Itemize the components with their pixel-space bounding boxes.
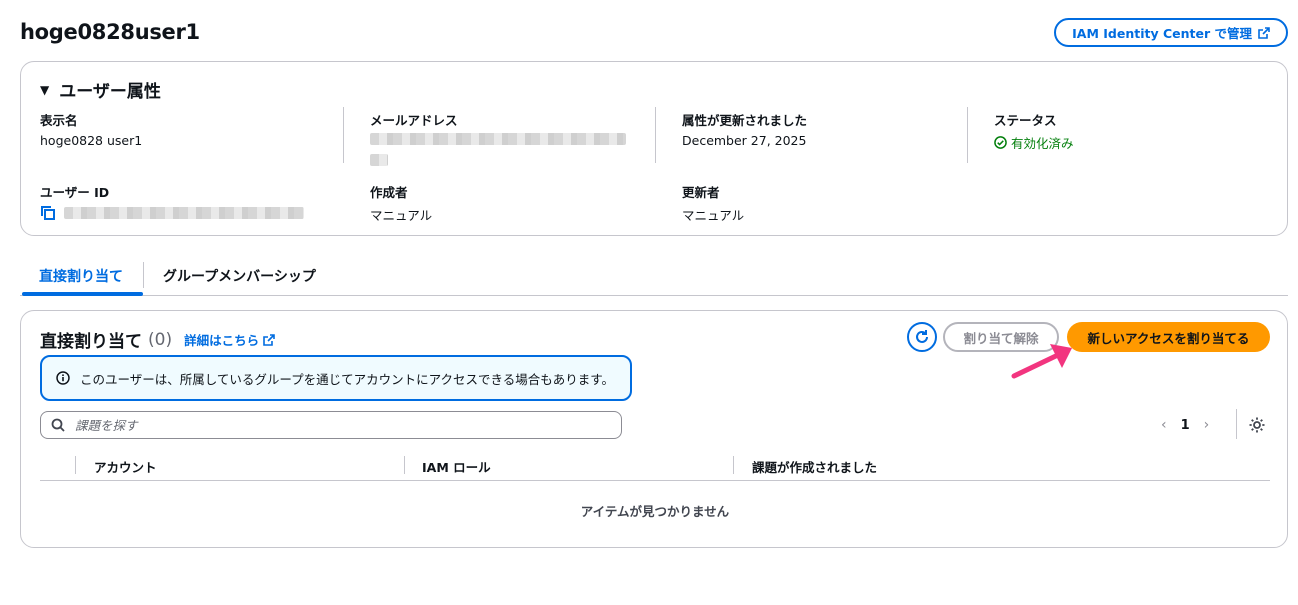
created-by-value: マニュアル bbox=[370, 208, 433, 223]
chevron-right-icon[interactable]: › bbox=[1204, 417, 1210, 433]
search-icon bbox=[51, 418, 65, 432]
search-input[interactable] bbox=[73, 416, 593, 434]
direct-assignments-panel: 直接割り当て (0) 詳細はこちら 割り当て解除 新しいアクセスを割り当てる こ… bbox=[20, 310, 1288, 548]
column-divider bbox=[343, 107, 344, 163]
page-number[interactable]: 1 bbox=[1181, 418, 1190, 433]
gear-icon[interactable] bbox=[1247, 415, 1267, 435]
user-attributes-header[interactable]: ▼ ユーザー属性 bbox=[40, 77, 161, 102]
user-attributes-panel: ▼ ユーザー属性 表示名 hoge0828 user1 メールアドレス 属性が更… bbox=[20, 61, 1288, 236]
manage-in-identity-center-button[interactable]: IAM Identity Center で管理 bbox=[1054, 18, 1288, 47]
user-id-redacted bbox=[64, 207, 304, 219]
display-name-field: 表示名 hoge0828 user1 bbox=[40, 110, 142, 148]
external-link-icon bbox=[263, 333, 275, 346]
updated-by-value: マニュアル bbox=[682, 208, 745, 223]
column-divider bbox=[655, 107, 656, 163]
pagination-divider bbox=[1236, 409, 1237, 439]
column-header-created[interactable]: 課題が作成されました bbox=[752, 455, 877, 477]
created-by-field: 作成者 マニュアル bbox=[370, 182, 432, 224]
attributes-updated-value: December 27, 2025 bbox=[682, 133, 807, 148]
info-link-label: 詳細はこちら bbox=[184, 333, 260, 348]
status-label: ステータス bbox=[994, 113, 1057, 128]
refresh-icon bbox=[916, 330, 928, 343]
section-title: 直接割り当て bbox=[40, 332, 142, 352]
user-id-field: ユーザー ID bbox=[40, 182, 304, 221]
info-icon bbox=[56, 371, 70, 385]
annotation-arrow-icon bbox=[1011, 344, 1072, 379]
display-name-value: hoge0828 user1 bbox=[40, 133, 143, 148]
active-tab-indicator bbox=[22, 292, 143, 296]
tab-group-memberships[interactable]: グループメンバーシップ bbox=[163, 256, 316, 296]
status-field: ステータス 有効化済み bbox=[994, 110, 1074, 152]
column-header-iam-role[interactable]: IAM ロール bbox=[422, 455, 491, 477]
section-header: 直接割り当て (0) 詳細はこちら bbox=[40, 327, 275, 352]
column-divider bbox=[733, 456, 734, 474]
tab-direct-assignments[interactable]: 直接割り当て bbox=[39, 256, 123, 296]
attributes-updated-field: 属性が更新されました December 27, 2025 bbox=[682, 110, 807, 148]
external-link-icon bbox=[1258, 26, 1270, 39]
empty-state: アイテムが見つかりません bbox=[580, 504, 730, 519]
copy-icon[interactable] bbox=[40, 205, 56, 221]
info-link[interactable]: 詳細はこちら bbox=[184, 330, 275, 349]
caret-down-icon: ▼ bbox=[40, 82, 50, 97]
manage-button-label: IAM Identity Center で管理 bbox=[1072, 26, 1252, 41]
check-circle-icon bbox=[994, 136, 1007, 149]
updated-by-field: 更新者 マニュアル bbox=[682, 182, 744, 224]
tab-divider bbox=[143, 262, 144, 288]
created-by-label: 作成者 bbox=[370, 185, 408, 200]
user-id-label: ユーザー ID bbox=[40, 185, 110, 200]
email-redacted bbox=[370, 133, 626, 169]
status-value: 有効化済み bbox=[1011, 136, 1074, 151]
tab-bar: 直接割り当て グループメンバーシップ bbox=[20, 256, 1288, 296]
updated-by-label: 更新者 bbox=[682, 185, 720, 200]
status-badge: 有効化済み bbox=[994, 133, 1074, 152]
search-box[interactable] bbox=[40, 411, 622, 439]
display-name-label: 表示名 bbox=[40, 113, 78, 128]
refresh-button[interactable] bbox=[907, 322, 937, 352]
user-attributes-title: ユーザー属性 bbox=[59, 82, 161, 102]
column-divider bbox=[404, 456, 405, 474]
column-divider bbox=[75, 456, 76, 474]
assign-new-access-button[interactable]: 新しいアクセスを割り当てる bbox=[1067, 322, 1270, 352]
info-alert-text: このユーザーは、所属しているグループを通じてアカウントにアクセスできる場合もあり… bbox=[80, 371, 615, 387]
chevron-left-icon[interactable]: ‹ bbox=[1161, 417, 1167, 433]
info-alert: このユーザーは、所属しているグループを通じてアカウントにアクセスできる場合もあり… bbox=[40, 355, 632, 401]
table-header: アカウント IAM ロール 課題が作成されました bbox=[40, 451, 1270, 481]
page-title: hoge0828user1 bbox=[20, 20, 200, 44]
column-header-account[interactable]: アカウント bbox=[94, 455, 157, 477]
email-field: メールアドレス bbox=[370, 110, 626, 169]
column-divider bbox=[967, 107, 968, 163]
email-label: メールアドレス bbox=[370, 113, 458, 128]
pagination: ‹ 1 › bbox=[1161, 412, 1209, 438]
attributes-updated-label: 属性が更新されました bbox=[682, 113, 808, 128]
item-count: (0) bbox=[148, 329, 173, 350]
